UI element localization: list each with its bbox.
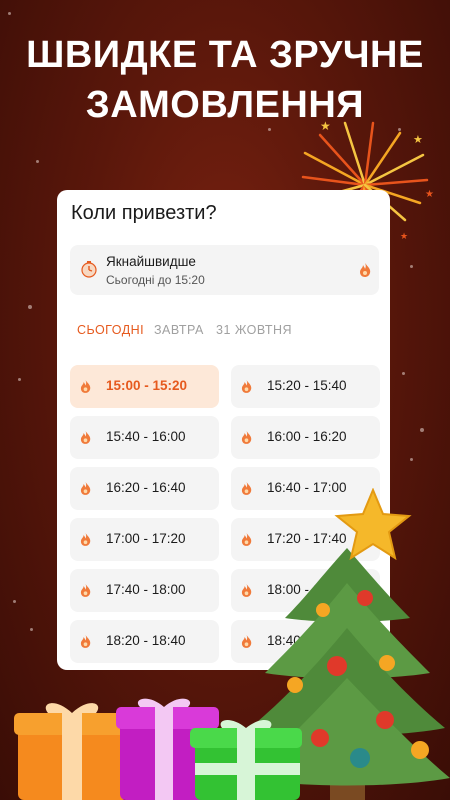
- snow-dot: [28, 305, 32, 309]
- time-slot[interactable]: 17:40 - 18:00: [70, 569, 219, 612]
- clock-icon: [80, 260, 98, 278]
- snow-dot: [410, 265, 413, 268]
- snow-dot: [402, 372, 405, 375]
- snow-dot: [18, 378, 21, 381]
- snow-dot: [410, 458, 413, 461]
- snow-dot: [8, 12, 11, 15]
- time-slot[interactable]: 15:20 - 15:40: [231, 365, 380, 408]
- time-slot[interactable]: 18:20 - 18:40: [70, 620, 219, 663]
- flame-icon: [80, 380, 91, 393]
- svg-text:★: ★: [400, 231, 408, 241]
- card-title: Коли привезти?: [71, 202, 217, 224]
- snow-dot: [30, 628, 33, 631]
- flame-icon: [241, 431, 252, 444]
- flame-icon: [359, 263, 371, 277]
- flame-icon: [80, 584, 91, 597]
- time-slot-label: 17:00 - 17:20: [106, 531, 186, 546]
- time-slot-label: 15:00 - 15:20: [106, 378, 188, 393]
- snow-dot: [36, 160, 39, 163]
- fastest-title: Якнайшвидше: [106, 254, 196, 269]
- fastest-subtitle: Сьогодні до 15:20: [106, 273, 205, 287]
- tab-tomorrow[interactable]: ЗАВТРА: [154, 323, 204, 337]
- snow-dot: [420, 428, 424, 432]
- tab-october-31[interactable]: 31 ЖОВТНЯ: [216, 323, 292, 337]
- time-slot[interactable]: 15:40 - 16:00: [70, 416, 219, 459]
- flame-icon: [80, 533, 91, 546]
- time-slot-label: 16:00 - 16:20: [267, 429, 347, 444]
- headline-line-1: ШВИДКЕ ТА ЗРУЧНЕ: [26, 34, 424, 76]
- flame-icon: [80, 431, 91, 444]
- svg-text:★: ★: [320, 119, 331, 133]
- flame-icon: [80, 635, 91, 648]
- time-slot[interactable]: 15:00 - 15:20: [70, 365, 219, 408]
- flame-icon: [241, 380, 252, 393]
- time-slot[interactable]: 16:20 - 16:40: [70, 467, 219, 510]
- time-slot-label: 16:20 - 16:40: [106, 480, 186, 495]
- snow-dot: [13, 600, 16, 603]
- time-slot[interactable]: 16:00 - 16:20: [231, 416, 380, 459]
- svg-text:★: ★: [413, 134, 423, 146]
- time-slot-label: 15:40 - 16:00: [106, 429, 186, 444]
- time-slot-label: 18:20 - 18:40: [106, 633, 186, 648]
- tab-today[interactable]: СЬОГОДНІ: [77, 323, 144, 337]
- gift-boxes-decoration: [0, 695, 310, 800]
- time-slot[interactable]: 17:00 - 17:20: [70, 518, 219, 561]
- svg-text:★: ★: [425, 189, 434, 200]
- fastest-delivery-option[interactable]: Якнайшвидше Сьогодні до 15:20: [70, 245, 379, 295]
- flame-icon: [80, 482, 91, 495]
- time-slot-label: 17:40 - 18:00: [106, 582, 186, 597]
- time-slot-label: 15:20 - 15:40: [267, 378, 347, 393]
